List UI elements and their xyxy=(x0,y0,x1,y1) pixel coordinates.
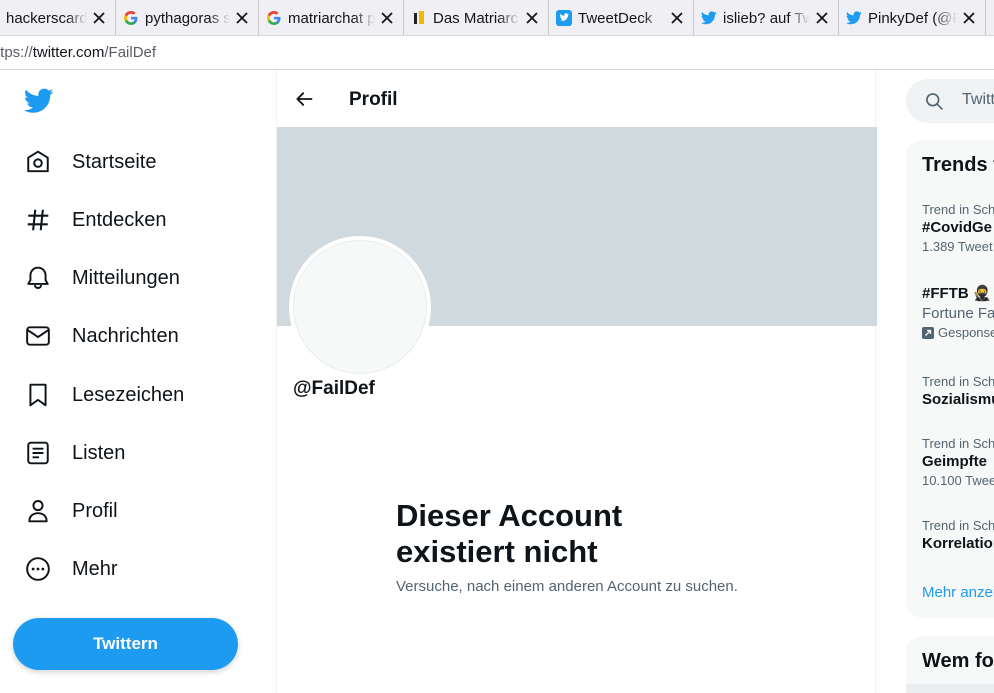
tweetdeck-icon xyxy=(556,10,572,26)
promoted-badge: Gesponse xyxy=(922,324,994,342)
profile-handle: @FailDef xyxy=(293,378,375,399)
nav-label: Mitteilungen xyxy=(72,266,180,289)
close-icon[interactable] xyxy=(814,10,830,26)
close-icon[interactable] xyxy=(234,10,250,26)
nav-label: Mehr xyxy=(72,557,118,580)
back-arrow-icon[interactable] xyxy=(291,86,317,112)
who-to-follow-panel: Wem fo xyxy=(906,636,994,693)
twitter-bird-icon xyxy=(846,10,862,26)
show-more-link[interactable]: Mehr anzei xyxy=(922,584,994,601)
trend-meta: 10.100 Twee xyxy=(922,473,994,488)
browser-tab[interactable]: PinkyDef (@F xyxy=(840,0,986,35)
empty-state-subtitle: Versuche, nach einem anderen Account zu … xyxy=(396,578,738,595)
nav-item-profile[interactable]: Profil xyxy=(12,486,130,536)
home-icon xyxy=(24,148,52,176)
trend-name: #FFTB 🥷 xyxy=(922,285,992,302)
tab-title: pythagoras s xyxy=(145,9,230,27)
avatar xyxy=(289,236,431,378)
trend-context: Trend in Sch xyxy=(922,202,994,217)
empty-state-title: Dieser Account existiert nicht xyxy=(396,498,623,569)
search-box[interactable]: Twitt xyxy=(906,79,994,123)
nav-item-bookmarks[interactable]: Lesezeichen xyxy=(12,370,196,420)
url-path: /FailDef xyxy=(104,44,157,61)
envelope-icon xyxy=(24,322,52,350)
person-icon xyxy=(24,497,52,525)
url-scheme: ttps:// xyxy=(0,44,33,61)
trend-item[interactable]: Trend in Sch #CovidGe 1.389 Tweet xyxy=(922,202,994,256)
tab-title: hackerscardg xyxy=(6,9,87,27)
nav-label: Entdecken xyxy=(72,208,167,231)
trend-item-promoted[interactable]: #FFTB 🥷 Fortune Fa Gesponse xyxy=(922,284,994,342)
nav-label: Nachrichten xyxy=(72,324,179,347)
trend-context: Trend in Sch xyxy=(922,518,994,533)
tab-title: matriarchat p xyxy=(288,9,375,27)
trends-title: Trends f xyxy=(922,154,994,176)
trend-item[interactable]: Trend in Sch Geimpfte 10.100 Twee xyxy=(922,436,994,490)
tab-title: Das Matriarc xyxy=(433,9,519,27)
google-icon xyxy=(123,10,139,26)
nav-label: Listen xyxy=(72,441,126,464)
nav-item-explore[interactable]: Entdecken xyxy=(12,195,179,245)
trends-panel: Trends f Trend in Sch #CovidGe 1.389 Twe… xyxy=(906,140,994,618)
google-icon xyxy=(266,10,282,26)
nav-label: Startseite xyxy=(72,150,157,173)
left-navigation: Startseite Entdecken Mitteilungen Nachri… xyxy=(0,70,276,693)
bell-icon xyxy=(24,264,52,292)
trend-item[interactable]: Trend in Sch Korrelation xyxy=(922,518,994,554)
tweet-button[interactable]: Twittern xyxy=(13,618,238,670)
twitter-bird-icon xyxy=(701,10,717,26)
trend-promo-text: Fortune Fa xyxy=(922,305,994,322)
url-host: twitter.com xyxy=(32,44,105,61)
tab-title: PinkyDef (@F xyxy=(868,9,957,27)
trend-context: Trend in Sch xyxy=(922,374,994,389)
url-text[interactable]: ttps://twitter.com/FailDef xyxy=(0,44,156,61)
trend-name: #CovidGe xyxy=(922,219,993,236)
browser-tab[interactable]: pythagoras s xyxy=(117,0,259,35)
nav-item-lists[interactable]: Listen xyxy=(12,428,137,478)
nav-label: Lesezeichen xyxy=(72,383,185,406)
nav-item-home[interactable]: Startseite xyxy=(12,137,168,187)
browser-tab-bar: hackerscardg pythagoras s matriarchat p … xyxy=(0,0,994,36)
tab-title: islieb? auf Tw xyxy=(723,9,810,27)
trend-meta: Gesponse xyxy=(938,325,994,340)
twitter-logo-icon[interactable] xyxy=(23,88,54,114)
close-icon[interactable] xyxy=(91,10,107,26)
tab-title: TweetDeck xyxy=(578,9,653,27)
page-title: Profil xyxy=(349,89,398,110)
nav-label: Profil xyxy=(72,499,118,522)
browser-tab[interactable]: hackerscardg xyxy=(0,0,116,35)
trend-name: Sozialismu xyxy=(922,391,994,408)
trend-item[interactable]: Trend in Sch Sozialismu xyxy=(922,374,994,410)
address-bar[interactable]: ttps://twitter.com/FailDef xyxy=(0,36,994,70)
profile-header: Profil xyxy=(277,70,877,127)
hashtag-icon xyxy=(24,206,52,234)
close-icon[interactable] xyxy=(524,10,540,26)
who-to-follow-title: Wem fo xyxy=(922,650,994,672)
nav-item-notifications[interactable]: Mitteilungen xyxy=(12,253,192,303)
close-icon[interactable] xyxy=(379,10,395,26)
search-input[interactable]: Twitt xyxy=(962,91,994,109)
list-icon xyxy=(24,439,52,467)
nav-item-more[interactable]: Mehr xyxy=(12,544,130,594)
trend-name: Geimpfte xyxy=(922,453,988,470)
nav-item-messages[interactable]: Nachrichten xyxy=(12,311,191,361)
close-icon[interactable] xyxy=(669,10,685,26)
browser-tab[interactable]: matriarchat p xyxy=(260,0,404,35)
right-sidebar: Twitt Trends f Trend in Sch #CovidGe 1.3… xyxy=(876,70,994,693)
close-icon[interactable] xyxy=(961,10,977,26)
site-icon xyxy=(411,10,427,26)
trend-name: Korrelation xyxy=(922,535,994,552)
browser-tab[interactable]: Das Matriarc xyxy=(405,0,549,35)
search-icon xyxy=(924,91,944,111)
trend-meta: 1.389 Tweet xyxy=(922,239,993,254)
profile-column: Profil @FailDef Dieser Account existiert… xyxy=(276,70,877,693)
more-circle-icon xyxy=(24,555,52,583)
browser-tab[interactable]: TweetDeck xyxy=(550,0,694,35)
bookmark-icon xyxy=(24,381,52,409)
promoted-icon xyxy=(922,327,934,339)
suggestion-row[interactable] xyxy=(906,684,994,693)
trend-context: Trend in Sch xyxy=(922,436,994,451)
browser-tab[interactable]: islieb? auf Tw xyxy=(695,0,839,35)
